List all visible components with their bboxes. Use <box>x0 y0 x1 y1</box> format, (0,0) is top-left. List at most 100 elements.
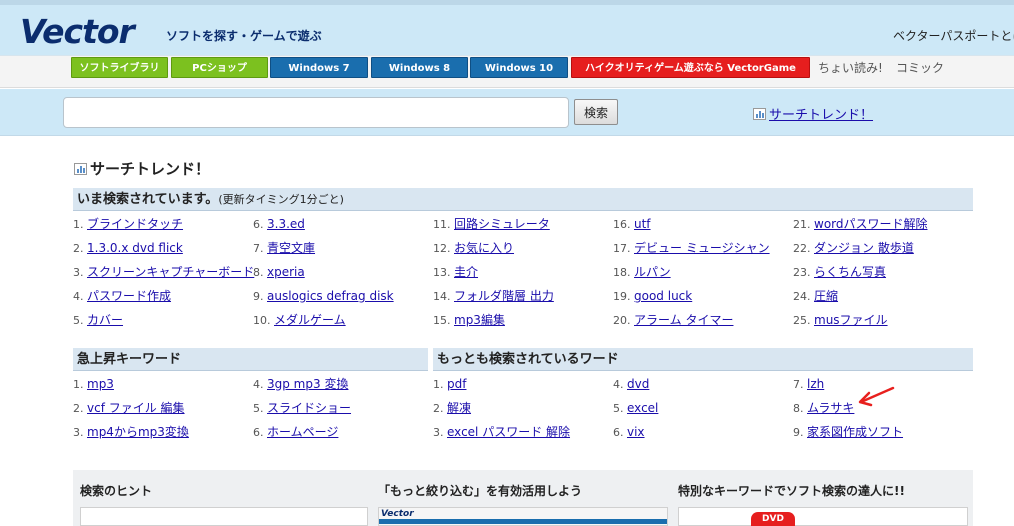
now-searched-link[interactable]: デビュー ミュージシャン <box>634 241 770 255</box>
popular-word-link[interactable]: excel パスワード 解除 <box>447 425 570 439</box>
now-searched-item: 20. アラーム タイマー <box>613 312 733 329</box>
now-searched-rank: 24. <box>793 290 814 303</box>
search-trend-link[interactable]: サーチトレンド！ <box>753 104 873 123</box>
now-searched-link[interactable]: らくちん写真 <box>814 265 886 279</box>
rising-keyword-rank: 1. <box>73 378 87 391</box>
now-searched-item: 10. メダルゲーム <box>253 312 346 329</box>
now-searched-rank: 22. <box>793 242 814 255</box>
popular-words-heading: もっとも検索されているワード <box>433 348 973 371</box>
now-searched-link[interactable]: 回路シミュレータ <box>454 217 550 231</box>
now-searched-link[interactable]: ダンジョン 散歩道 <box>814 241 914 255</box>
now-searched-item: 23. らくちん写真 <box>793 264 886 281</box>
popular-word-item: 4. dvd <box>613 376 649 393</box>
rising-keyword-link[interactable]: ホームページ <box>267 425 338 439</box>
popular-word-link[interactable]: 解凍 <box>447 401 471 415</box>
now-searched-item: 13. 圭介 <box>433 264 478 281</box>
now-searched-item: 7. 青空文庫 <box>253 240 315 257</box>
card-narrow-down-title[interactable]: 「もっと絞り込む」を有効活用しよう <box>378 482 582 499</box>
popular-word-link[interactable]: 家系図作成ソフト <box>807 425 903 439</box>
card-special-keyword-title[interactable]: 特別なキーワードでソフト検索の達人に!! <box>678 482 905 499</box>
rising-keyword-link[interactable]: 3gp mp3 変換 <box>267 377 348 391</box>
now-searched-item: 6. 3.3.ed <box>253 216 305 233</box>
popular-word-link[interactable]: lzh <box>807 377 824 391</box>
rising-keywords-heading: 急上昇キーワード <box>73 348 428 371</box>
popular-word-link[interactable]: excel <box>627 401 658 415</box>
rising-keyword-rank: 2. <box>73 402 87 415</box>
popular-word-rank: 9. <box>793 426 807 439</box>
popular-word-link[interactable]: ムラサキ <box>807 401 854 415</box>
popular-word-link[interactable]: vix <box>627 425 645 439</box>
now-searched-link[interactable]: good luck <box>634 289 692 303</box>
card-search-hint-title[interactable]: 検索のヒント <box>80 482 152 499</box>
now-searched-link[interactable]: スクリーンキャプチャーボード <box>87 265 254 279</box>
nav-button-windows-7[interactable]: Windows 7 <box>270 57 368 78</box>
rising-keyword-link[interactable]: mp3 <box>87 377 114 391</box>
popular-word-rank: 7. <box>793 378 807 391</box>
now-searched-item: 14. フォルダ階層 出力 <box>433 288 554 305</box>
now-searched-link[interactable]: 3.3.ed <box>267 217 305 231</box>
now-searched-rank: 18. <box>613 266 634 279</box>
now-searched-link[interactable]: 青空文庫 <box>267 241 315 255</box>
now-searched-link[interactable]: パスワード作成 <box>87 289 171 303</box>
card-special-keyword-image[interactable]: DVD <box>678 507 968 526</box>
now-searched-link[interactable]: musファイル <box>814 313 888 327</box>
rising-keyword-item: 1. mp3 <box>73 376 114 393</box>
passport-link[interactable]: ベクターパスポートとは <box>893 27 1014 44</box>
now-searched-link[interactable]: wordパスワード解除 <box>814 217 928 231</box>
now-searched-item: 8. xperia <box>253 264 305 281</box>
nav-link-comic[interactable]: コミック <box>896 59 944 76</box>
nav-button-vectorgame[interactable]: ハイクオリティゲーム遊ぶなら VectorGame <box>571 57 810 78</box>
now-searched-link[interactable]: メダルゲーム <box>274 313 346 327</box>
rising-keyword-rank: 5. <box>253 402 267 415</box>
now-searched-link[interactable]: お気に入り <box>454 241 514 255</box>
now-searched-link[interactable]: カバー <box>87 313 123 327</box>
popular-word-item: 6. vix <box>613 424 645 441</box>
now-searched-link[interactable]: アラーム タイマー <box>634 313 733 327</box>
nav-button-windows-8[interactable]: Windows 8 <box>371 57 468 78</box>
now-searched-heading: いま検索されています。(更新タイミング1分ごと) <box>73 188 973 211</box>
now-searched-link[interactable]: xperia <box>267 265 305 279</box>
search-button[interactable]: 検索 <box>574 99 618 125</box>
now-searched-link[interactable]: 圭介 <box>454 265 478 279</box>
popular-word-rank: 3. <box>433 426 447 439</box>
nav-button-pc-shop[interactable]: PCショップ <box>171 57 268 78</box>
now-searched-link[interactable]: utf <box>634 217 651 231</box>
search-input[interactable] <box>63 97 569 128</box>
now-searched-link[interactable]: ブラインドタッチ <box>87 217 183 231</box>
now-searched-rank: 13. <box>433 266 454 279</box>
site-header: Vector ソフトを探す・ゲームで遊ぶ ベクターパスポートとは <box>0 0 1014 56</box>
rising-keyword-rank: 4. <box>253 378 267 391</box>
vector-logo[interactable]: Vector <box>20 13 135 51</box>
rising-keyword-item: 3. mp4からmp3変換 <box>73 424 189 441</box>
now-searched-item: 25. musファイル <box>793 312 888 329</box>
card-narrow-down-image[interactable]: Vector <box>378 507 668 526</box>
now-searched-link[interactable]: mp3編集 <box>454 313 505 327</box>
annotation-arrow-icon <box>858 386 895 407</box>
now-searched-link[interactable]: 1.3.0.x dvd flick <box>87 241 183 255</box>
now-searched-link[interactable]: ルパン <box>634 265 671 279</box>
nav-button-windows-10[interactable]: Windows 10 <box>470 57 568 78</box>
card-search-hint-image[interactable] <box>80 507 368 526</box>
now-searched-link[interactable]: フォルダ階層 出力 <box>454 289 554 303</box>
now-searched-link[interactable]: 圧縮 <box>814 289 838 303</box>
vector-mini-logo: Vector <box>381 509 414 519</box>
popular-word-item: 5. excel <box>613 400 658 417</box>
now-searched-rank: 4. <box>73 290 87 303</box>
popular-word-link[interactable]: dvd <box>627 377 649 391</box>
rising-keyword-link[interactable]: スライドショー <box>267 401 351 415</box>
nav-link-choiyomi[interactable]: ちょい読み! <box>818 59 883 76</box>
now-searched-rank: 5. <box>73 314 87 327</box>
popular-word-rank: 6. <box>613 426 627 439</box>
nav-button-software-library[interactable]: ソフトライブラリ <box>71 57 168 78</box>
popular-word-link[interactable]: pdf <box>447 377 466 391</box>
page-title-text: サーチトレンド！ <box>90 160 211 178</box>
now-searched-rank: 10. <box>253 314 274 327</box>
now-searched-item: 9. auslogics defrag disk <box>253 288 394 305</box>
search-trend-link-text[interactable]: サーチトレンド！ <box>769 108 873 123</box>
rising-keyword-link[interactable]: mp4からmp3変換 <box>87 425 189 439</box>
rising-keyword-link[interactable]: vcf ファイル 編集 <box>87 401 185 415</box>
now-searched-rank: 17. <box>613 242 634 255</box>
now-searched-link[interactable]: auslogics defrag disk <box>267 289 394 303</box>
now-searched-item: 17. デビュー ミュージシャン <box>613 240 770 257</box>
now-searched-rank: 6. <box>253 218 267 231</box>
